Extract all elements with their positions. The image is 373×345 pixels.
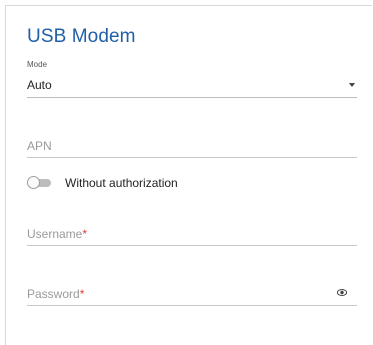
mode-label: Mode (27, 60, 48, 69)
without-authorization-label: Without authorization (65, 176, 178, 190)
without-authorization-toggle[interactable] (27, 176, 53, 190)
eye-icon[interactable] (337, 289, 347, 296)
password-input[interactable] (27, 285, 327, 301)
apn-input[interactable] (27, 137, 327, 153)
username-field[interactable]: Username* (27, 221, 357, 246)
password-field[interactable]: Password* (27, 281, 357, 306)
apn-field[interactable]: APN (27, 133, 357, 158)
mode-select[interactable]: Auto (27, 73, 357, 98)
username-input[interactable] (27, 225, 327, 241)
mode-select-value: Auto (27, 78, 52, 92)
toggle-knob (27, 176, 40, 189)
page-title: USB Modem (27, 26, 136, 47)
auth-toggle-row: Without authorization (27, 174, 227, 192)
chevron-down-icon (349, 83, 355, 87)
